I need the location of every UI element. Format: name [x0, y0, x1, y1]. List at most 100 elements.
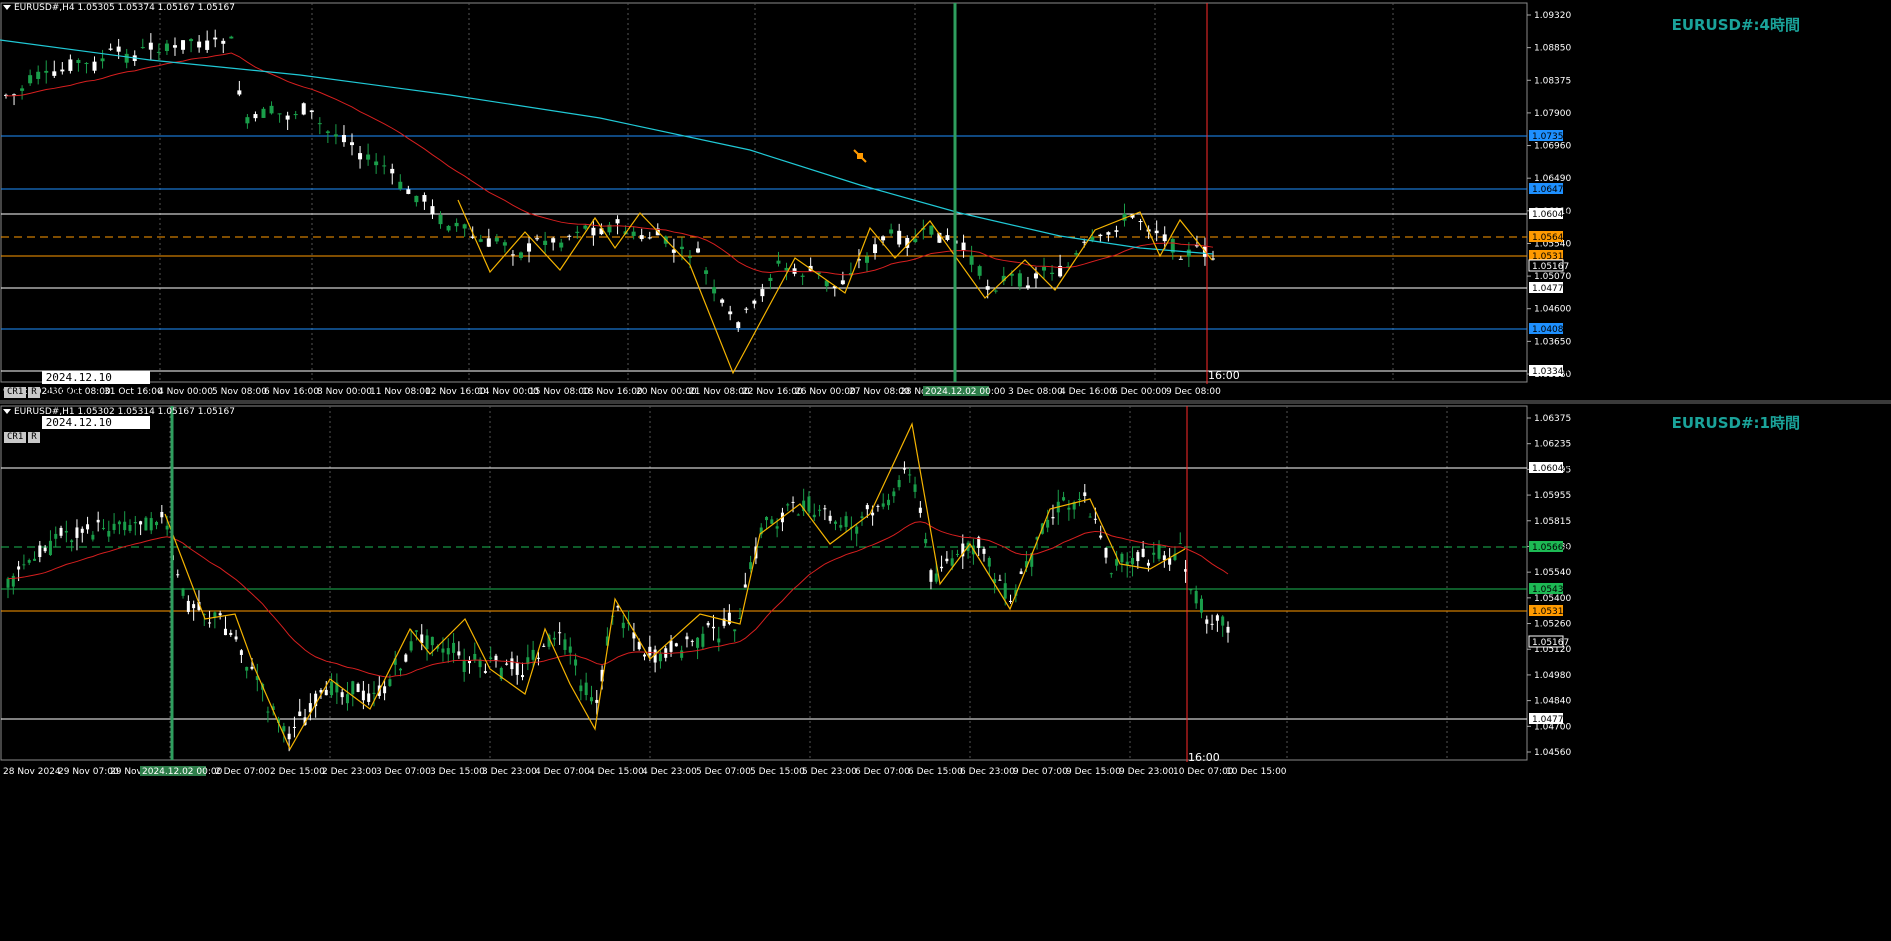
candle-body	[839, 525, 843, 528]
candle-body	[298, 711, 302, 717]
candle-body	[229, 36, 234, 39]
moving-average-fast	[7, 521, 1229, 678]
candle-body	[86, 524, 90, 530]
h1-chart-canvas[interactable]: 1.063751.062351.060951.059551.058151.056…	[0, 404, 1891, 941]
candle-body	[584, 682, 588, 696]
candle-body	[478, 239, 483, 242]
candle-body	[765, 516, 769, 521]
candle-body	[902, 468, 906, 470]
candle-body	[579, 685, 583, 692]
candle-body	[160, 511, 164, 518]
price-level-label: 1.07351	[1532, 132, 1569, 142]
candle-body	[390, 168, 395, 174]
candle-body	[239, 650, 243, 655]
r-button[interactable]: R	[28, 387, 40, 398]
candle-body	[840, 280, 845, 285]
candle-body	[382, 165, 387, 167]
price-tick-label: 1.04560	[1534, 748, 1571, 758]
candle-body	[776, 260, 781, 264]
candle-body	[551, 238, 556, 243]
candle-body	[213, 612, 217, 618]
candle-body	[292, 726, 296, 728]
candle-body	[27, 560, 31, 563]
cr1-button[interactable]: CR1	[4, 387, 27, 398]
time-tick-label: 28 No	[900, 387, 927, 397]
collapse-triangle-icon[interactable]	[3, 5, 11, 10]
candle-body	[446, 225, 451, 231]
candle-body	[1017, 273, 1022, 287]
candle-body	[786, 504, 790, 506]
candle-body	[350, 142, 355, 146]
r-button[interactable]: R	[28, 432, 40, 443]
candle-body	[301, 103, 306, 115]
time-tick-label: 2 Dec 23:00	[322, 767, 377, 777]
h4-chart-canvas[interactable]: 1.09320 1.08850 1.08375 1.07900 1.06960 1.064…	[0, 0, 1891, 400]
candle-body	[993, 290, 998, 292]
candle-body	[1042, 266, 1047, 271]
candle-body	[1106, 232, 1111, 235]
candle-body	[234, 636, 238, 640]
candle-body	[760, 289, 765, 297]
candle-body	[701, 633, 705, 647]
candle-body	[425, 635, 429, 650]
candle-body	[696, 637, 700, 648]
candle-body	[149, 518, 153, 531]
candle-body	[409, 641, 413, 651]
candle-body	[1189, 589, 1193, 591]
candle-body	[791, 501, 795, 503]
candle-body	[515, 663, 519, 675]
candle-body	[333, 134, 338, 137]
candle-body	[22, 564, 26, 566]
candle-body	[873, 244, 878, 254]
candle-body	[542, 645, 546, 647]
candle-body	[685, 636, 689, 640]
candle-body	[75, 527, 79, 538]
time-tick-label: 10 Dec 07:00	[1173, 767, 1234, 777]
time-tick-label: 28 Nov 2024	[3, 767, 61, 777]
candle-body	[955, 554, 959, 556]
candle-body	[1025, 285, 1030, 288]
candle-body	[430, 636, 434, 646]
candle-body	[486, 238, 491, 247]
candle-body	[531, 649, 535, 660]
candle-body	[733, 629, 737, 632]
candle-body	[1099, 535, 1103, 538]
candle-body	[1083, 492, 1087, 496]
collapse-triangle-icon[interactable]	[3, 409, 11, 414]
candle-body	[892, 491, 896, 497]
candle-body	[367, 693, 371, 702]
candle-body	[462, 660, 466, 672]
candle-body	[164, 43, 169, 51]
candle-body	[1199, 598, 1203, 613]
candle-body	[744, 308, 749, 310]
price-tick-label: 1.06960	[1534, 142, 1571, 152]
candle-body	[374, 161, 379, 166]
candle-body	[1146, 562, 1150, 566]
h4-chart-pane[interactable]: 1.09320 1.08850 1.08375 1.07900 1.06960 1.064…	[0, 0, 1891, 400]
zigzag-line	[164, 422, 1186, 751]
candle-body	[502, 242, 507, 246]
candle-body	[717, 638, 721, 643]
candle-body	[345, 694, 349, 704]
candle-body	[64, 530, 68, 533]
candle-body	[107, 530, 111, 537]
h1-watermark: EURUSD#:1時間	[1671, 414, 1800, 432]
candle-body	[140, 47, 145, 49]
time-tick-label: 6 Dec 00:00	[1112, 387, 1167, 397]
cr1-button[interactable]: CR1	[4, 432, 27, 443]
price-level-label: 1.04773	[1532, 284, 1569, 294]
time-tick-label: 3 Dec 08:00	[1008, 387, 1063, 397]
candle-body	[494, 237, 499, 242]
candle-body	[977, 266, 982, 276]
candle-body	[775, 526, 779, 529]
plot-frame	[0, 2, 1528, 383]
price-tick-label: 1.06490	[1534, 174, 1571, 184]
time-tick-label: 2 Dec 15:00	[270, 767, 325, 777]
candle-body	[1168, 558, 1172, 565]
candle-body	[543, 240, 548, 245]
candle-body	[317, 123, 322, 125]
h1-chart-pane[interactable]: 1.063751.062351.060951.059551.058151.056…	[0, 404, 1891, 941]
h4-symbol-info: EURUSD#,H4 1.05305 1.05374 1.05167 1.051…	[14, 3, 235, 13]
candle-body	[366, 154, 371, 160]
candle-body	[728, 311, 733, 315]
